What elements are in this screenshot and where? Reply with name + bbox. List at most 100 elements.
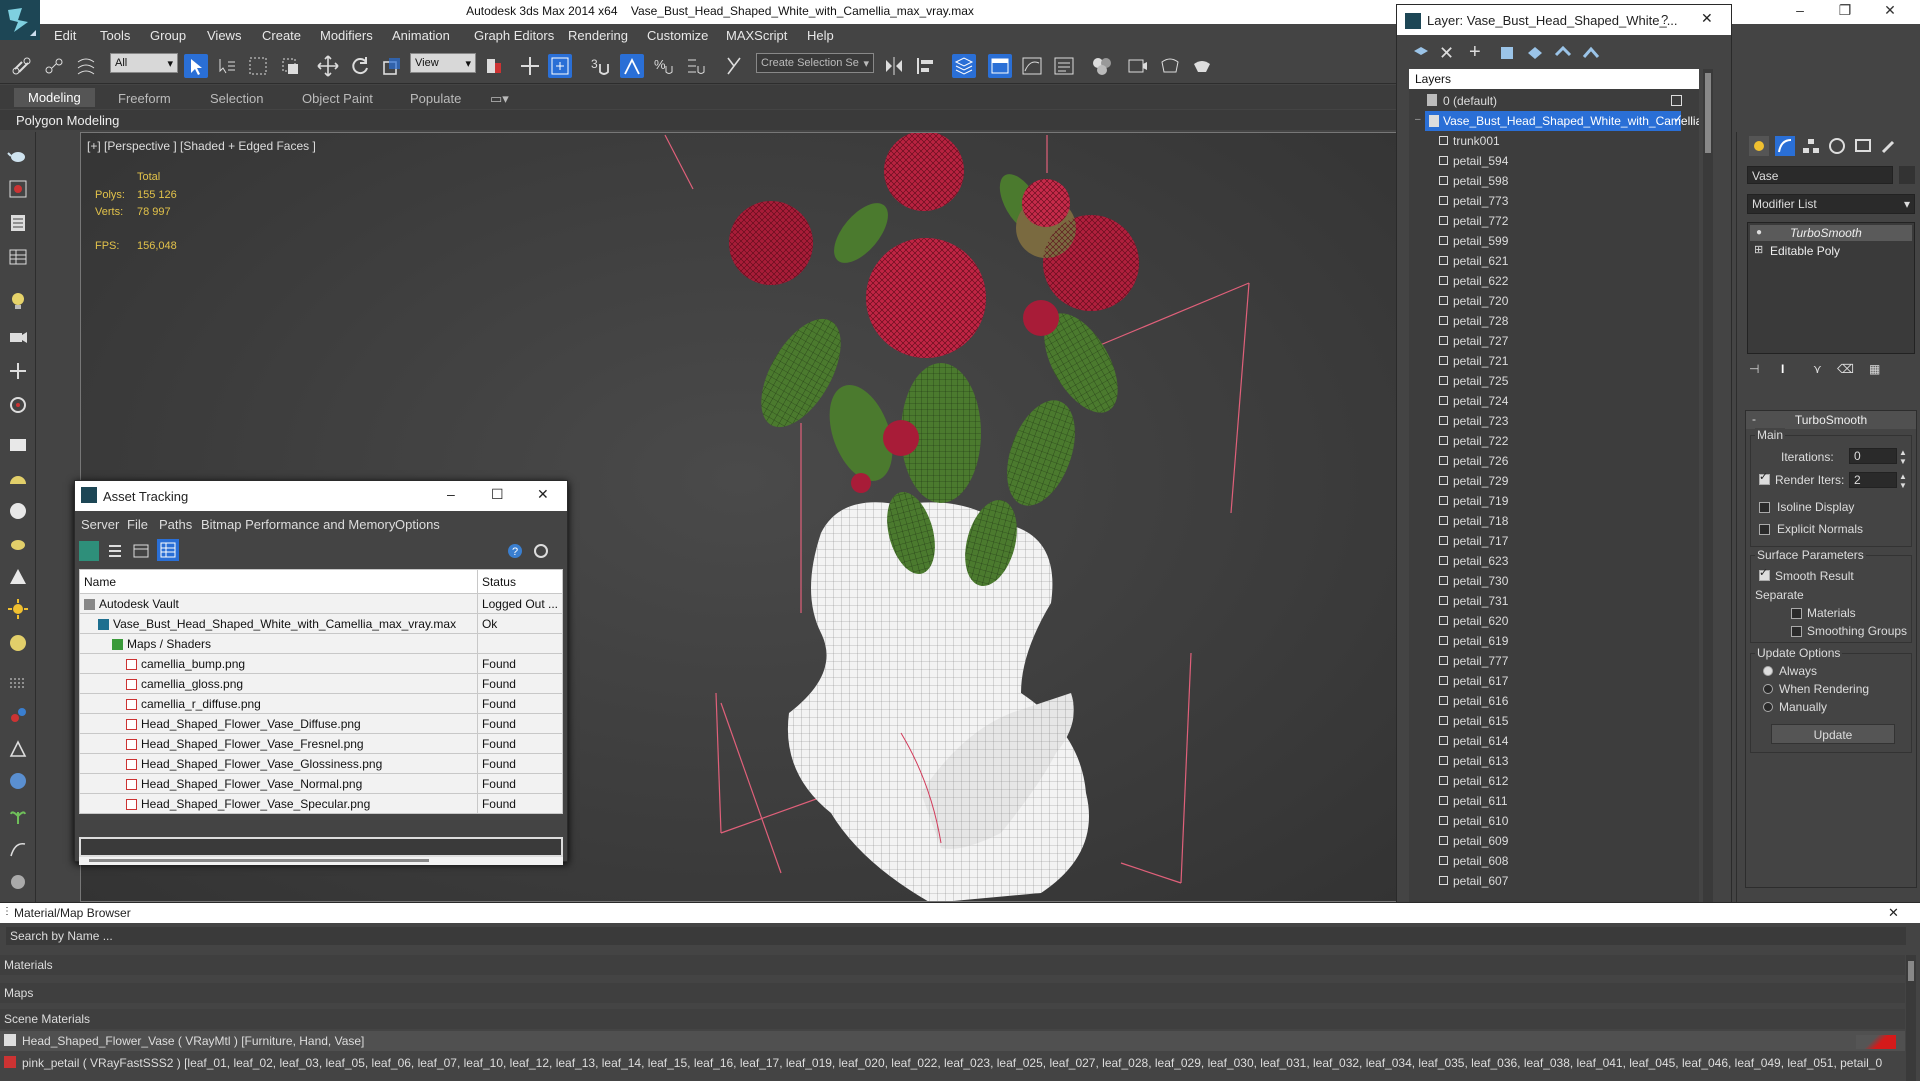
globe-icon[interactable] [7, 770, 29, 792]
menu-graph-editors[interactable]: Graph Editors [474, 28, 554, 43]
layer-object-row[interactable]: petail_598 [1409, 171, 1699, 191]
when-rendering-radio[interactable] [1763, 684, 1773, 694]
menu-customize[interactable]: Customize [647, 28, 708, 43]
always-radio[interactable] [1763, 666, 1773, 676]
material-browser-header[interactable]: ⋮ Material/Map Browser ✕ [0, 903, 1920, 923]
layer-object-row[interactable]: petail_613 [1409, 751, 1699, 771]
menu-modifiers[interactable]: Modifiers [320, 28, 373, 43]
layer-object-row[interactable]: petail_730 [1409, 571, 1699, 591]
select-layer-icon[interactable] [1497, 43, 1517, 63]
pivot-center-icon[interactable] [482, 54, 506, 78]
teapot2-icon[interactable] [7, 532, 29, 554]
film-icon[interactable] [7, 394, 29, 416]
stack-item-turbosmooth[interactable]: ● TurboSmooth [1750, 225, 1912, 241]
asset-menu-file[interactable]: File [127, 517, 148, 532]
render-iters-spinner[interactable]: 2 [1849, 472, 1897, 488]
layer-list-vscrollbar[interactable] [1703, 69, 1713, 905]
group-scene-materials[interactable]: Scene Materials [0, 1009, 1905, 1029]
layer-object-row[interactable]: petail_731 [1409, 591, 1699, 611]
close-icon[interactable]: ✕ [1870, 2, 1910, 19]
menu-rendering[interactable]: Rendering [568, 28, 628, 43]
tab-selection[interactable]: Selection [210, 91, 263, 106]
table-row[interactable]: Head_Shaped_Flower_Vase_Fresnel.png Found [79, 733, 564, 754]
create-tab-icon[interactable] [1749, 136, 1769, 156]
layer-object-row[interactable]: petail_607 [1409, 871, 1699, 891]
materials-checkbox[interactable] [1791, 608, 1802, 619]
edit-named-selection-icon[interactable] [722, 54, 746, 78]
table-view-icon[interactable] [157, 539, 179, 561]
align-icon[interactable] [914, 54, 938, 78]
select-by-name-icon[interactable] [214, 54, 238, 78]
link-icon[interactable] [10, 54, 34, 78]
update-button[interactable]: Update [1771, 724, 1895, 744]
box-icon[interactable] [7, 434, 29, 456]
freeze-all-icon[interactable] [1581, 43, 1601, 63]
polygon-modeling-panel[interactable]: Polygon Modeling [0, 110, 1400, 130]
layer-object-row[interactable]: petail_718 [1409, 511, 1699, 531]
selection-filter-dropdown[interactable]: All ▾ [110, 53, 178, 73]
hierarchy-tab-icon[interactable] [1801, 136, 1821, 156]
minimize-icon[interactable]: – [1780, 2, 1820, 18]
asset-menu-paths[interactable]: Paths [159, 517, 192, 532]
render-setup-icon[interactable] [1126, 54, 1150, 78]
select-object-icon[interactable] [184, 54, 208, 78]
grid-icon[interactable] [7, 672, 29, 694]
pin-stack-icon[interactable]: ⊣ [1749, 362, 1767, 380]
window-crossing-icon[interactable] [278, 54, 302, 78]
ribbon-options-icon[interactable]: ▭▾ [490, 91, 509, 107]
menu-help[interactable]: Help [807, 28, 834, 43]
table-row[interactable]: Head_Shaped_Flower_Vase_Glossiness.png Fo… [79, 753, 564, 774]
layer-object-row[interactable]: petail_727 [1409, 331, 1699, 351]
material-editor-icon[interactable] [1090, 54, 1114, 78]
current-layer-checkbox[interactable] [1671, 95, 1682, 106]
layers-header[interactable]: Layers [1409, 69, 1699, 89]
scene-explorer-icon[interactable] [7, 212, 29, 234]
stack-item-editable-poly[interactable]: ⊞ Editable Poly [1750, 243, 1912, 259]
modify-tab-icon[interactable] [1775, 136, 1795, 156]
mirror-icon[interactable] [882, 54, 906, 78]
help-button[interactable]: ? [1661, 12, 1668, 27]
layer-object-row[interactable]: petail_719 [1409, 491, 1699, 511]
layer-object-row[interactable]: petail_724 [1409, 391, 1699, 411]
table-row[interactable]: camellia_bump.png Found [79, 653, 564, 674]
layer-object-row[interactable]: petail_608 [1409, 851, 1699, 871]
layer-row-default[interactable]: 0 (default) [1409, 91, 1699, 111]
snaps-toggle-icon[interactable]: 3 [588, 54, 612, 78]
select-manipulate-icon[interactable] [518, 54, 542, 78]
percent-snap-icon[interactable]: % [652, 54, 676, 78]
make-unique-icon[interactable]: ⋎ [1813, 362, 1831, 380]
table-row[interactable]: Head_Shaped_Flower_Vase_Specular.png Foun… [79, 793, 564, 814]
rendered-frame-window-icon[interactable] [1158, 54, 1182, 78]
material-browser-vscrollbar[interactable] [1906, 955, 1916, 1081]
layer-object-row[interactable]: petail_619 [1409, 631, 1699, 651]
disc-icon[interactable] [7, 632, 29, 654]
layer-dialog-titlebar[interactable]: Layer: Vase_Bust_Head_Shaped_White_... ?… [1397, 5, 1731, 35]
menu-create[interactable]: Create [262, 28, 301, 43]
object-color-swatch[interactable] [1899, 166, 1915, 184]
expand-icon[interactable]: ⊞ [1754, 243, 1763, 256]
explicit-normals-checkbox[interactable] [1759, 524, 1770, 535]
material-search-field[interactable]: Search by Name ... [6, 927, 1906, 945]
material-entry[interactable]: Head_Shaped_Flower_Vase ( VRayMtl ) [Fur… [0, 1031, 1905, 1051]
tab-freeform[interactable]: Freeform [118, 91, 171, 106]
tab-object-paint[interactable]: Object Paint [302, 91, 373, 106]
help-icon[interactable]: ? [505, 541, 525, 561]
layer-object-row[interactable]: petail_729 [1409, 471, 1699, 491]
app-logo-icon[interactable] [0, 0, 40, 40]
scale-icon[interactable] [380, 54, 404, 78]
close-icon[interactable]: ✕ [537, 486, 549, 503]
layer-object-row[interactable]: petail_614 [1409, 731, 1699, 751]
table-icon[interactable] [7, 246, 29, 268]
bind-space-warp-icon[interactable] [74, 54, 98, 78]
display-tab-icon[interactable] [1853, 136, 1873, 156]
rotate-icon[interactable] [348, 54, 372, 78]
layer-object-row[interactable]: petail_777 [1409, 651, 1699, 671]
layer-object-row[interactable]: petail_620 [1409, 611, 1699, 631]
curve-editor-icon[interactable] [1020, 54, 1044, 78]
tab-modeling[interactable]: Modeling [14, 88, 95, 107]
layer-object-row[interactable]: petail_622 [1409, 271, 1699, 291]
isoline-checkbox[interactable] [1759, 502, 1770, 513]
column-header-status[interactable]: Status [476, 569, 564, 594]
rectangular-selection-icon[interactable] [246, 54, 270, 78]
asset-menu-bitmap-performance[interactable]: Bitmap Performance and Memory [201, 517, 395, 532]
